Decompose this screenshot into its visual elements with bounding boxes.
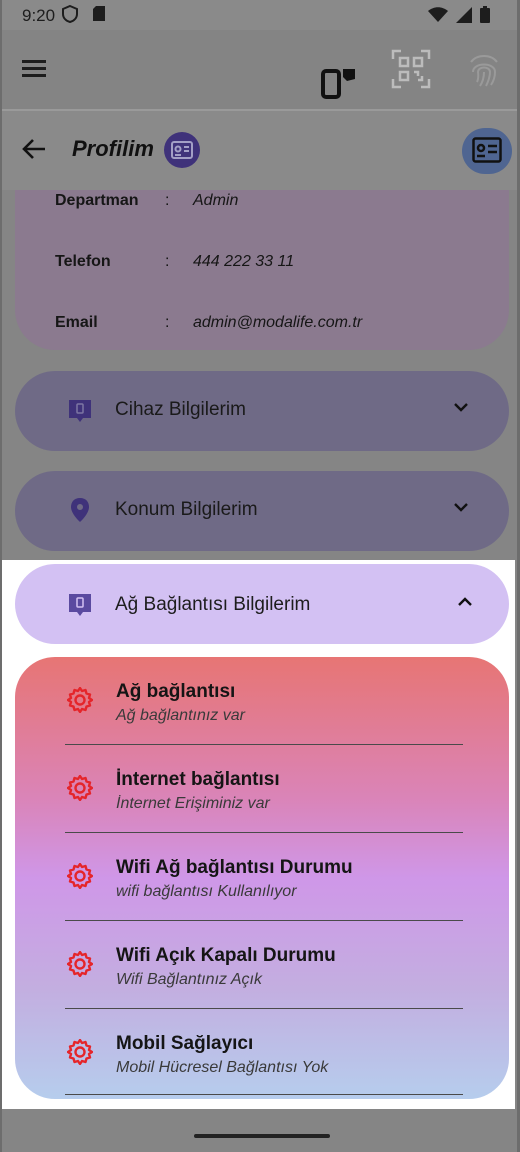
section-label: Ağ Bağlantısı Bilgilerim bbox=[115, 594, 311, 615]
title-bar: Profilim bbox=[0, 111, 520, 190]
section-label: Cihaz Bilgilerim bbox=[115, 399, 246, 420]
gear-icon bbox=[66, 1038, 94, 1070]
network-item-subtitle: İnternet Erişiminiz var bbox=[116, 795, 270, 812]
network-details-card: Ağ bağlantısı Ağ bağlantınız var İnterne… bbox=[15, 657, 509, 1099]
info-label: Email bbox=[55, 314, 98, 331]
gear-icon bbox=[66, 862, 94, 894]
section-label: Konum Bilgilerim bbox=[115, 499, 258, 520]
chevron-down-icon[interactable] bbox=[453, 401, 469, 419]
network-item-mobile-provider: Mobil Sağlayıcı Mobil Hücresel Bağlantıs… bbox=[15, 1009, 509, 1097]
id-card-button[interactable] bbox=[462, 128, 512, 174]
info-row-phone: Telefon : 444 222 33 11 bbox=[55, 253, 475, 273]
app-bar bbox=[0, 30, 520, 110]
item-divider bbox=[65, 1094, 463, 1095]
sd-card-icon bbox=[92, 5, 106, 28]
status-bar: 9:20 bbox=[0, 0, 520, 30]
info-row-department: Departman : Admin bbox=[55, 192, 475, 212]
shield-icon bbox=[62, 4, 78, 28]
wifi-icon bbox=[428, 6, 448, 28]
device-info-section[interactable]: Cihaz Bilgilerim bbox=[15, 371, 509, 451]
network-item-internet: İnternet bağlantısı İnternet Erişiminiz … bbox=[15, 745, 509, 833]
device-tag-icon bbox=[67, 592, 93, 623]
network-item-title: İnternet bağlantısı bbox=[116, 769, 280, 790]
network-info-section[interactable]: Ağ Bağlantısı Bilgilerim bbox=[15, 564, 509, 644]
fingerprint-icon[interactable] bbox=[467, 52, 501, 93]
frame-edge bbox=[0, 0, 2, 1152]
info-colon: : bbox=[165, 192, 170, 209]
menu-icon[interactable] bbox=[22, 60, 46, 83]
info-label: Departman bbox=[55, 192, 139, 209]
location-pin-icon bbox=[70, 497, 90, 528]
network-item-title: Mobil Sağlayıcı bbox=[116, 1033, 254, 1054]
signal-icon bbox=[456, 6, 472, 28]
chevron-down-icon[interactable] bbox=[453, 501, 469, 519]
network-item-subtitle: Mobil Hücresel Bağlantısı Yok bbox=[116, 1059, 329, 1076]
gear-icon bbox=[66, 774, 94, 806]
network-item-title: Wifi Açık Kapalı Durumu bbox=[116, 945, 336, 966]
info-value: 444 222 33 11 bbox=[193, 253, 295, 270]
qr-code-icon[interactable] bbox=[391, 49, 431, 94]
page-title: Profilim bbox=[72, 136, 154, 161]
battery-icon bbox=[480, 6, 490, 28]
device-icon[interactable] bbox=[321, 67, 357, 104]
chevron-up-icon[interactable] bbox=[457, 594, 473, 612]
network-item-subtitle: Wifi Bağlantınız Açık bbox=[116, 971, 262, 988]
gesture-nav-handle[interactable] bbox=[194, 1134, 330, 1138]
network-item-title: Ağ bağlantısı bbox=[116, 681, 236, 702]
gear-icon bbox=[66, 950, 94, 982]
network-item-subtitle: Ağ bağlantınız var bbox=[116, 707, 245, 724]
network-item-wifi-status: Wifi Ağ bağlantısı Durumu wifi bağlantıs… bbox=[15, 833, 509, 921]
status-time: 9:20 bbox=[22, 6, 56, 25]
network-item-title: Wifi Ağ bağlantısı Durumu bbox=[116, 857, 353, 878]
network-item-connection: Ağ bağlantısı Ağ bağlantınız var bbox=[15, 657, 509, 745]
network-item-subtitle: wifi bağlantısı Kullanılıyor bbox=[116, 883, 297, 900]
info-row-email: Email : admin@modalife.com.tr bbox=[55, 314, 475, 334]
gear-icon bbox=[66, 686, 94, 718]
info-value: Admin bbox=[193, 192, 239, 209]
network-item-wifi-onoff: Wifi Açık Kapalı Durumu Wifi Bağlantınız… bbox=[15, 921, 509, 1009]
device-tag-icon bbox=[67, 398, 93, 429]
location-info-section[interactable]: Konum Bilgilerim bbox=[15, 471, 509, 551]
info-colon: : bbox=[165, 253, 170, 270]
info-label: Telefon bbox=[55, 253, 111, 270]
id-card-icon bbox=[164, 132, 200, 168]
back-arrow-icon[interactable] bbox=[22, 138, 46, 165]
info-value: admin@modalife.com.tr bbox=[193, 314, 363, 331]
info-colon: : bbox=[165, 314, 170, 331]
